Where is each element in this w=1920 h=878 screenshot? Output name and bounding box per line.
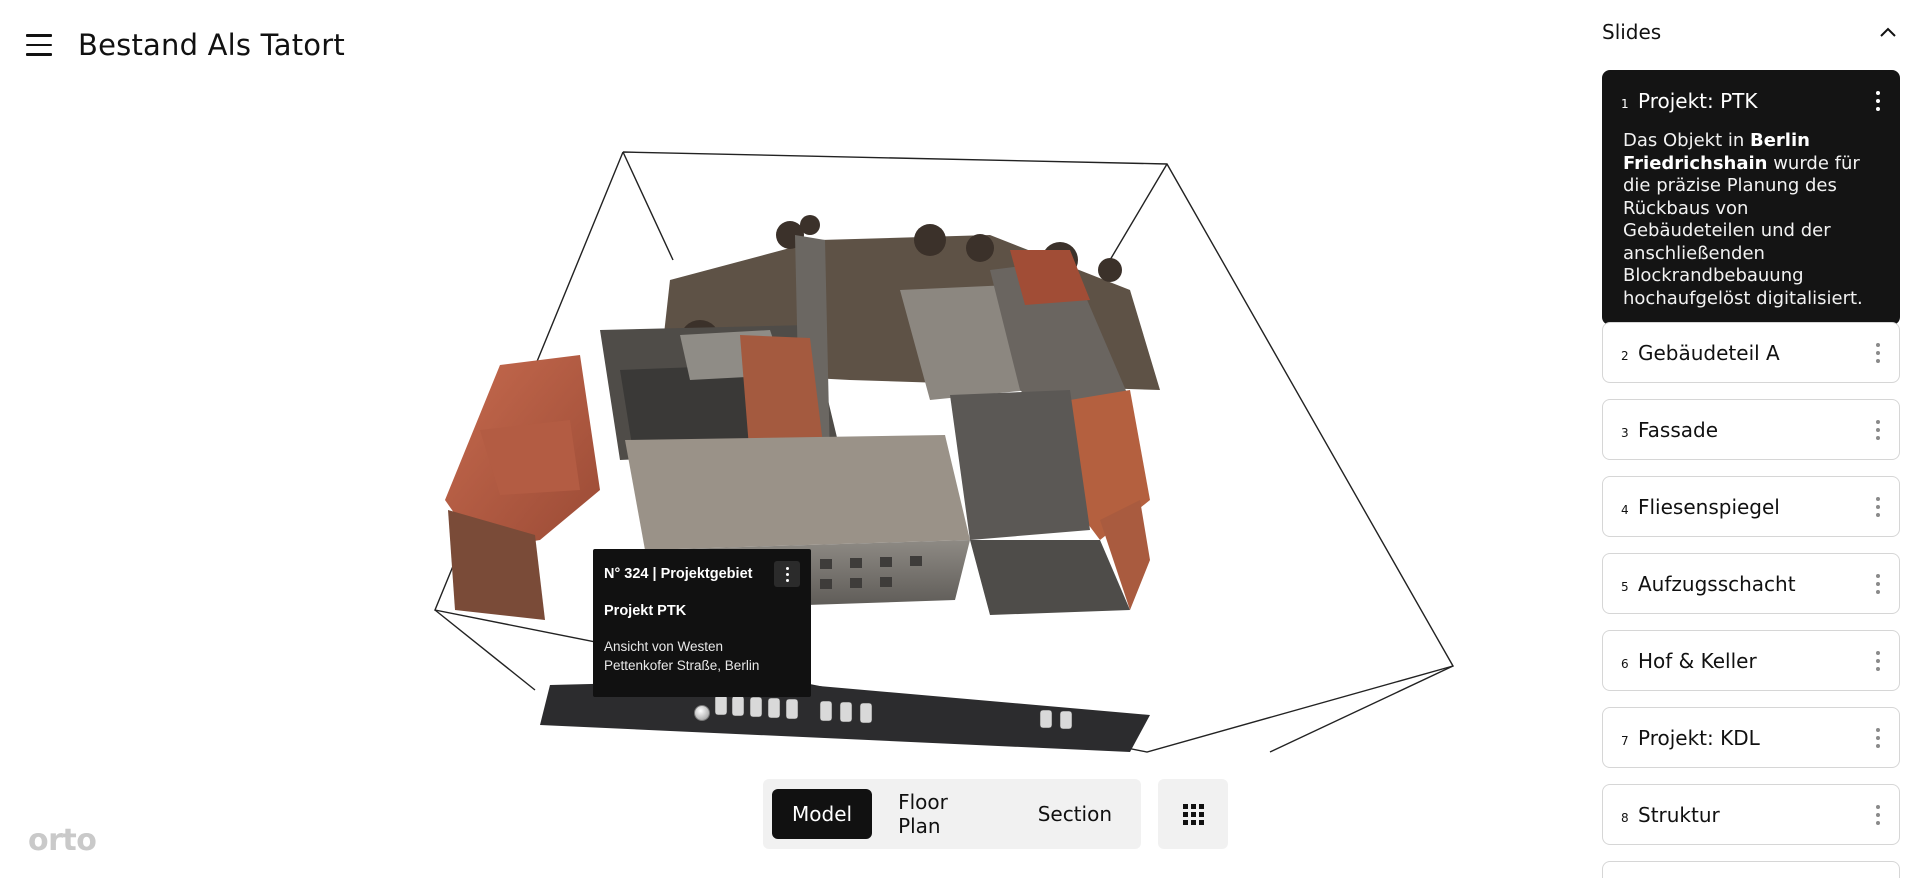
slide-label: Gebäudeteil A	[1638, 340, 1780, 365]
more-vertical-icon[interactable]	[1871, 87, 1885, 115]
slide-label: Aufzugsschacht	[1638, 571, 1796, 596]
slide-item-4[interactable]: 4 Fliesenspiegel	[1602, 476, 1900, 537]
slide-item-2[interactable]: 2 Gebäudeteil A	[1602, 322, 1900, 383]
slide-number: 8	[1621, 810, 1629, 825]
slide-item-5[interactable]: 5 Aufzugsschacht	[1602, 553, 1900, 614]
slide-desc-text-rest: wurde für die präzise Planung des Rückba…	[1623, 152, 1863, 309]
annotation-card[interactable]: N° 324 | Projektgebiet Projekt PTK Ansic…	[593, 549, 811, 697]
slides-title: Slides	[1602, 20, 1662, 44]
slide-label: Projekt: KDL	[1638, 725, 1760, 750]
slide-label: Fliesenspiegel	[1638, 494, 1780, 519]
app-header: Bestand Als Tatort	[26, 28, 345, 62]
slide-label: Hof & Keller	[1638, 648, 1757, 673]
slide-number: 6	[1621, 656, 1629, 671]
slide-desc-text: Das Objekt in	[1623, 130, 1750, 151]
slide-item-partial[interactable]	[1602, 861, 1900, 878]
point-cloud-model	[434, 151, 1455, 753]
view-model-button[interactable]: Model	[772, 789, 873, 839]
slide-description: Das Objekt in Berlin Friedrichshain wurd…	[1603, 130, 1899, 324]
more-vertical-icon[interactable]	[1871, 493, 1885, 521]
more-vertical-icon[interactable]	[1871, 570, 1885, 598]
slide-number: 5	[1621, 579, 1629, 594]
brand-logo: orto	[28, 823, 97, 858]
slide-item-6[interactable]: 6 Hof & Keller	[1602, 630, 1900, 691]
slide-number: 3	[1621, 425, 1629, 440]
annotation-description: Ansicht von Westen Pettenkofer Straße, B…	[604, 637, 800, 675]
grid-view-button[interactable]	[1158, 779, 1228, 849]
more-vertical-icon[interactable]	[1871, 724, 1885, 752]
slides-panel: Slides 1 Projekt: PTK Das Objekt in Berl…	[1602, 0, 1920, 878]
grid-icon	[1182, 803, 1204, 825]
more-vertical-icon[interactable]	[1871, 647, 1885, 675]
annotation-desc-line1: Ansicht von Westen	[604, 639, 724, 654]
slides-header: Slides	[1602, 18, 1902, 46]
annotation-title: Projekt PTK	[604, 603, 687, 619]
annotation-more-icon[interactable]	[774, 561, 800, 587]
slide-label: Struktur	[1638, 802, 1720, 827]
3d-viewport[interactable]	[370, 140, 1480, 760]
annotation-anchor-point[interactable]	[694, 705, 710, 721]
hamburger-menu-icon[interactable]	[26, 29, 58, 61]
more-vertical-icon[interactable]	[1871, 416, 1885, 444]
slide-item-1[interactable]: 1 Projekt: PTK Das Objekt in Berlin Frie…	[1602, 70, 1900, 325]
slide-number: 1	[1621, 96, 1629, 111]
slide-label: Fassade	[1638, 417, 1719, 442]
chevron-up-icon[interactable]	[1874, 18, 1902, 46]
slide-item-8[interactable]: 8 Struktur	[1602, 784, 1900, 845]
slide-item-3[interactable]: 3 Fassade	[1602, 399, 1900, 460]
view-floor-plan-button[interactable]: Floor Plan	[878, 789, 1012, 839]
annotation-desc-line2: Pettenkofer Straße, Berlin	[604, 658, 760, 673]
slide-number: 2	[1621, 348, 1629, 363]
view-section-button[interactable]: Section	[1018, 789, 1132, 839]
annotation-code: N° 324 | Projektgebiet	[604, 566, 753, 582]
slide-number: 4	[1621, 502, 1629, 517]
slide-label: Projekt: PTK	[1638, 88, 1758, 113]
view-switcher: Model Floor Plan Section	[763, 779, 1141, 849]
slide-item-7[interactable]: 7 Projekt: KDL	[1602, 707, 1900, 768]
slide-number: 7	[1621, 733, 1629, 748]
more-vertical-icon[interactable]	[1871, 339, 1885, 367]
app-title: Bestand Als Tatort	[78, 28, 345, 62]
more-vertical-icon[interactable]	[1871, 801, 1885, 829]
